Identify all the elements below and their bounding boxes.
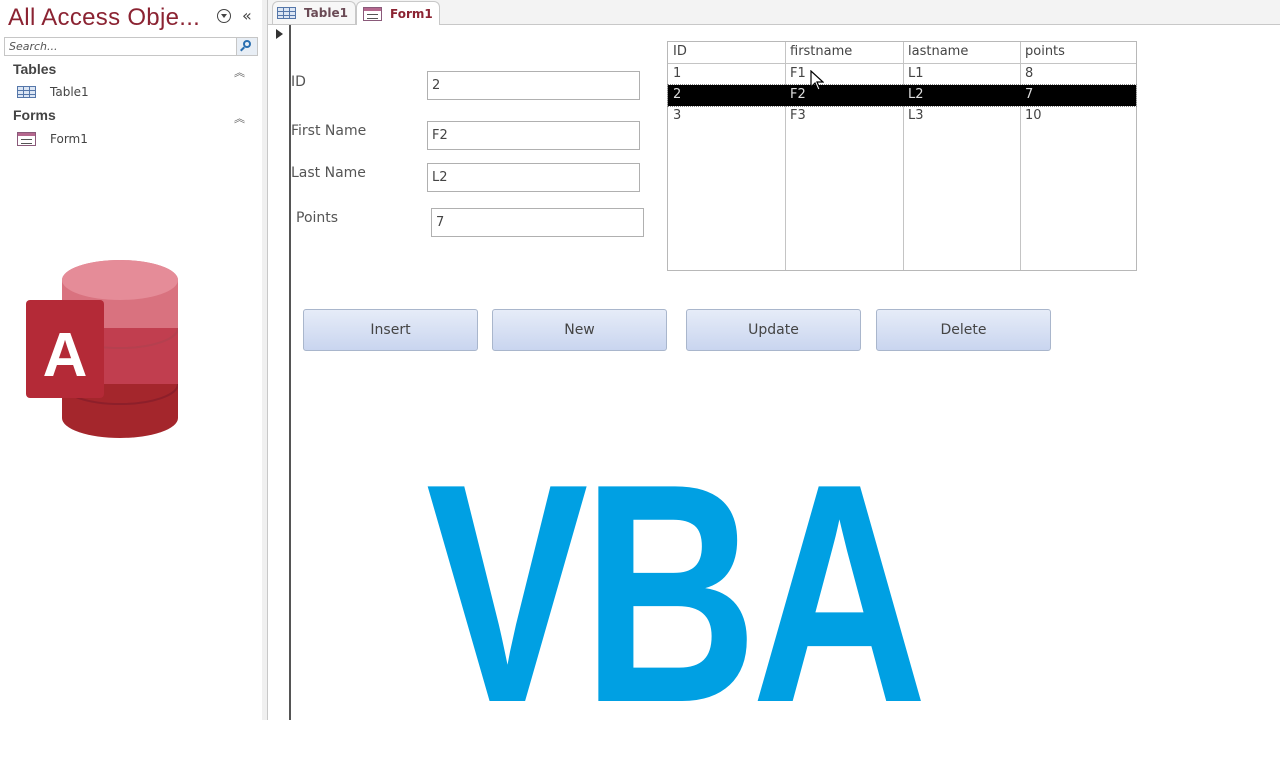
listbox-row[interactable]: 1 F1 L1 8 <box>668 64 1136 85</box>
logo-letter: A <box>43 321 88 390</box>
record-selector[interactable] <box>268 25 291 720</box>
cell-firstname: F2 <box>790 87 806 102</box>
nav-item-form1[interactable]: Form1 <box>17 130 88 148</box>
new-button[interactable]: New <box>492 309 667 351</box>
cell-points: 8 <box>1025 66 1034 81</box>
cell-lastname: L1 <box>908 66 924 81</box>
table-icon <box>17 86 36 98</box>
form-icon <box>17 132 36 146</box>
cell-points: 7 <box>1025 87 1034 102</box>
records-listbox[interactable]: ID firstname lastname points 1 F1 L1 8 2… <box>667 41 1137 271</box>
update-button[interactable]: Update <box>686 309 861 351</box>
chevron-up-icon[interactable]: ︽ <box>234 64 245 80</box>
nav-item-label: Form1 <box>50 132 88 146</box>
column-header-firstname: firstname <box>790 44 853 59</box>
listbox-header: ID firstname lastname points <box>668 42 1136 64</box>
form-icon <box>363 6 382 21</box>
current-record-arrow-icon <box>276 29 283 39</box>
nav-collapse-icon[interactable]: « <box>242 6 252 25</box>
cell-id: 3 <box>673 108 682 123</box>
listbox-row-selected[interactable]: 2 F2 L2 7 <box>667 84 1137 107</box>
tab-form1[interactable]: Form1 <box>356 1 440 25</box>
tab-label: Table1 <box>304 6 348 20</box>
nav-item-label: Table1 <box>50 85 89 99</box>
tab-table1[interactable]: Table1 <box>272 1 356 24</box>
group-header-forms[interactable]: Forms <box>13 107 56 123</box>
nav-menu-dropdown-icon[interactable] <box>217 9 231 23</box>
group-header-tables[interactable]: Tables <box>13 61 56 77</box>
points-field[interactable] <box>431 208 644 237</box>
delete-button[interactable]: Delete <box>876 309 1051 351</box>
cell-firstname: F1 <box>790 66 806 81</box>
insert-button[interactable]: Insert <box>303 309 478 351</box>
document-tab-bar: Table1 Form1 <box>268 0 1280 25</box>
column-header-id: ID <box>673 44 687 59</box>
nav-item-table1[interactable]: Table1 <box>17 83 89 101</box>
cell-points: 10 <box>1025 108 1042 123</box>
nav-pane-title[interactable]: All Access Obje... <box>8 4 200 32</box>
cell-firstname: F3 <box>790 108 806 123</box>
cell-lastname: L3 <box>908 108 924 123</box>
navigation-pane: All Access Obje... « Tables ︽ Table1 For… <box>0 0 263 720</box>
nav-search-input[interactable] <box>7 38 239 55</box>
mouse-cursor-icon <box>810 70 824 91</box>
table-icon <box>277 7 296 19</box>
tab-label: Form1 <box>390 6 433 21</box>
first-name-label: First Name <box>291 123 367 139</box>
cell-id: 2 <box>673 87 682 102</box>
nav-search-box <box>4 37 258 56</box>
access-logo-icon: A <box>26 260 178 438</box>
vba-overlay-text: VBA <box>426 420 927 768</box>
id-field[interactable] <box>427 71 640 100</box>
last-name-label: Last Name <box>291 165 366 181</box>
last-name-field[interactable] <box>427 163 640 192</box>
first-name-field[interactable] <box>427 121 640 150</box>
points-label: Points <box>296 210 339 226</box>
cell-lastname: L2 <box>908 87 924 102</box>
chevron-up-icon[interactable]: ︽ <box>234 110 245 126</box>
id-label: ID <box>291 74 306 90</box>
column-header-points: points <box>1025 44 1065 59</box>
listbox-row[interactable]: 3 F3 L3 10 <box>668 106 1136 127</box>
cell-id: 1 <box>673 66 682 81</box>
column-header-lastname: lastname <box>908 44 969 59</box>
search-icon[interactable] <box>236 38 257 55</box>
